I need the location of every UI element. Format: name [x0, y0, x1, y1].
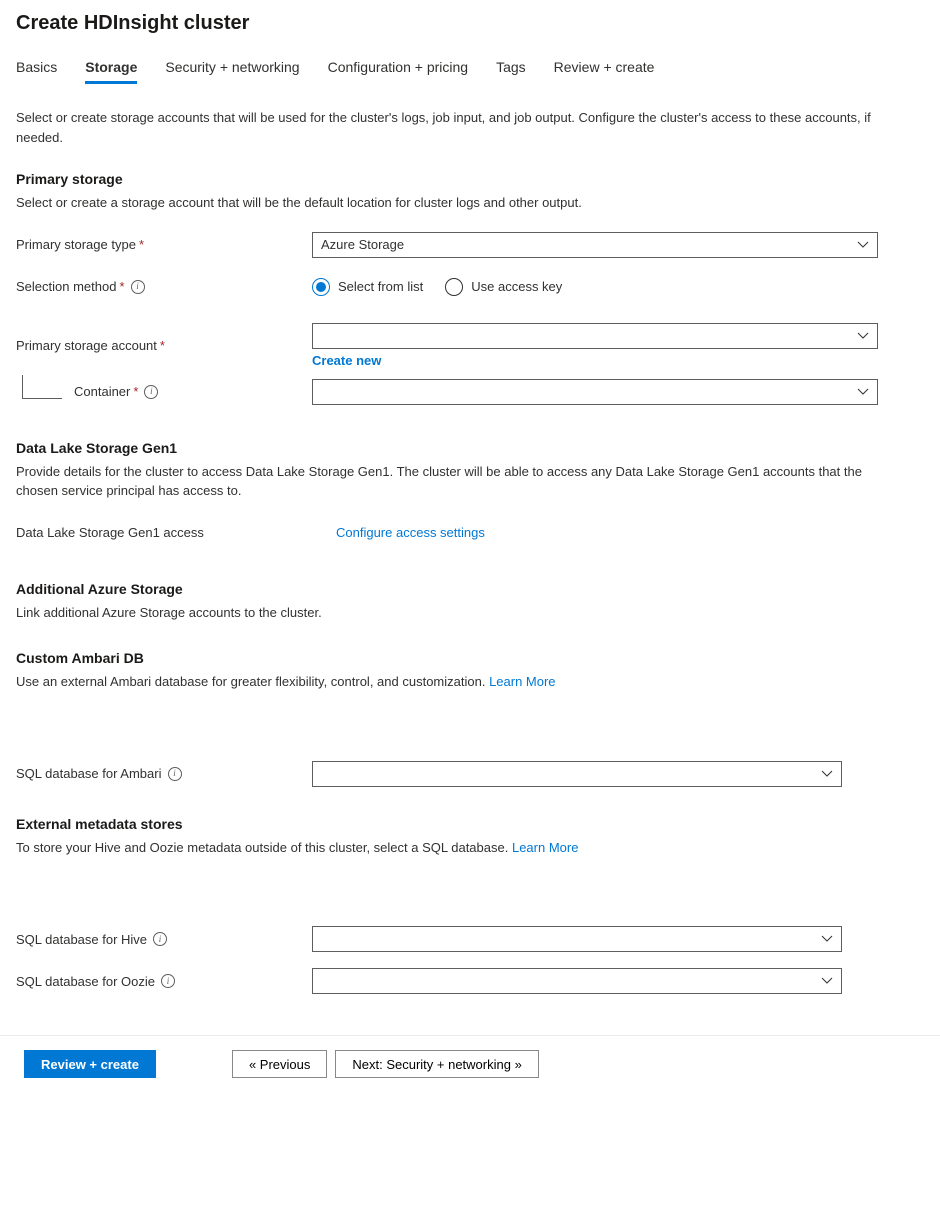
primary-storage-account-label: Primary storage account* [16, 338, 312, 353]
ambari-desc: Use an external Ambari database for grea… [16, 672, 896, 692]
tabs-nav: Basics Storage Security + networking Con… [16, 53, 924, 84]
tree-connector-icon [22, 375, 62, 399]
chevron-down-icon [857, 386, 869, 398]
primary-storage-type-label: Primary storage type* [16, 237, 312, 252]
oozie-db-label: SQL database for Oozie i [16, 974, 312, 989]
chevron-down-icon [857, 330, 869, 342]
next-button[interactable]: Next: Security + networking » [335, 1050, 538, 1078]
chevron-down-icon [857, 239, 869, 251]
page-intro-text: Select or create storage accounts that w… [16, 108, 896, 147]
info-icon[interactable]: i [161, 974, 175, 988]
info-icon[interactable]: i [153, 932, 167, 946]
info-icon[interactable]: i [168, 767, 182, 781]
chevron-down-icon [821, 933, 833, 945]
configure-access-link[interactable]: Configure access settings [336, 525, 485, 540]
gen1-heading: Data Lake Storage Gen1 [16, 440, 924, 456]
primary-storage-type-select[interactable]: Azure Storage [312, 232, 878, 258]
radio-use-access-key[interactable]: Use access key [445, 278, 562, 296]
chevron-down-icon [821, 768, 833, 780]
gen1-access-label: Data Lake Storage Gen1 access [16, 525, 336, 540]
primary-storage-heading: Primary storage [16, 171, 924, 187]
page-title: Create HDInsight cluster [16, 12, 924, 35]
tab-review-create[interactable]: Review + create [554, 53, 655, 84]
selection-method-label: Selection method* i [16, 279, 312, 294]
tab-configuration-pricing[interactable]: Configuration + pricing [328, 53, 468, 84]
ambari-heading: Custom Ambari DB [16, 650, 924, 666]
hive-db-label: SQL database for Hive i [16, 932, 312, 947]
create-new-link[interactable]: Create new [312, 353, 381, 368]
primary-storage-desc: Select or create a storage account that … [16, 193, 896, 213]
primary-storage-account-select[interactable] [312, 323, 878, 349]
tab-storage[interactable]: Storage [85, 53, 137, 84]
metastores-learn-more-link[interactable]: Learn More [512, 840, 578, 855]
metastores-desc: To store your Hive and Oozie metadata ou… [16, 838, 896, 858]
tab-tags[interactable]: Tags [496, 53, 526, 84]
wizard-footer: Review + create « Previous Next: Securit… [0, 1035, 940, 1096]
radio-selected-icon [312, 278, 330, 296]
radio-select-from-list[interactable]: Select from list [312, 278, 423, 296]
tab-basics[interactable]: Basics [16, 53, 57, 84]
additional-storage-desc: Link additional Azure Storage accounts t… [16, 603, 896, 623]
metastores-heading: External metadata stores [16, 816, 924, 832]
gen1-desc: Provide details for the cluster to acces… [16, 462, 896, 501]
review-create-button[interactable]: Review + create [24, 1050, 156, 1078]
hive-db-select[interactable] [312, 926, 842, 952]
radio-unselected-icon [445, 278, 463, 296]
ambari-db-select[interactable] [312, 761, 842, 787]
additional-storage-heading: Additional Azure Storage [16, 581, 924, 597]
oozie-db-select[interactable] [312, 968, 842, 994]
container-label: Container* i [74, 384, 158, 399]
info-icon[interactable]: i [131, 280, 145, 294]
tab-security-networking[interactable]: Security + networking [165, 53, 299, 84]
container-select[interactable] [312, 379, 878, 405]
ambari-db-label: SQL database for Ambari i [16, 766, 312, 781]
info-icon[interactable]: i [144, 385, 158, 399]
previous-button[interactable]: « Previous [232, 1050, 327, 1078]
chevron-down-icon [821, 975, 833, 987]
ambari-learn-more-link[interactable]: Learn More [489, 674, 555, 689]
